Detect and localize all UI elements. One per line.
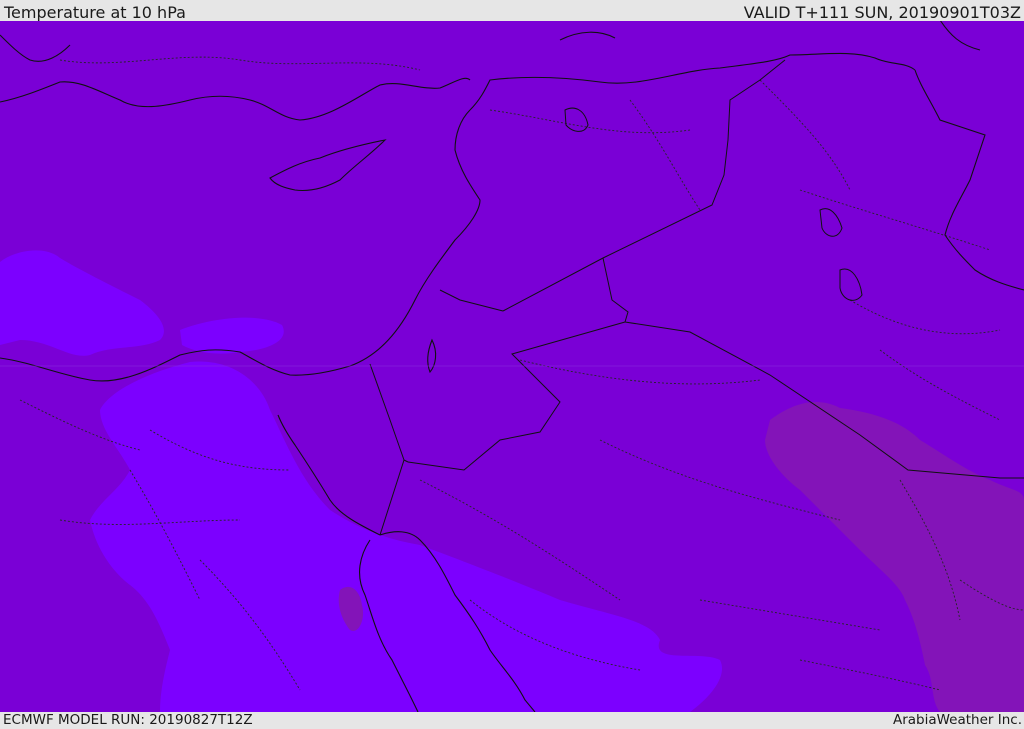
header-bar: Temperature at 10 hPa VALID T+111 SUN, 2… [0,0,1024,22]
map-title: Temperature at 10 hPa [4,3,186,22]
credit-label: ArabiaWeather Inc. [892,712,1022,728]
footer-bar: ECMWF MODEL RUN: 20190827T12Z ArabiaWeat… [0,712,1024,729]
valid-time: VALID T+111 SUN, 20190901T03Z [743,3,1021,22]
model-run-label: ECMWF MODEL RUN: 20190827T12Z [3,712,253,728]
weather-map[interactable] [0,21,1024,712]
map-canvas [0,21,1024,712]
